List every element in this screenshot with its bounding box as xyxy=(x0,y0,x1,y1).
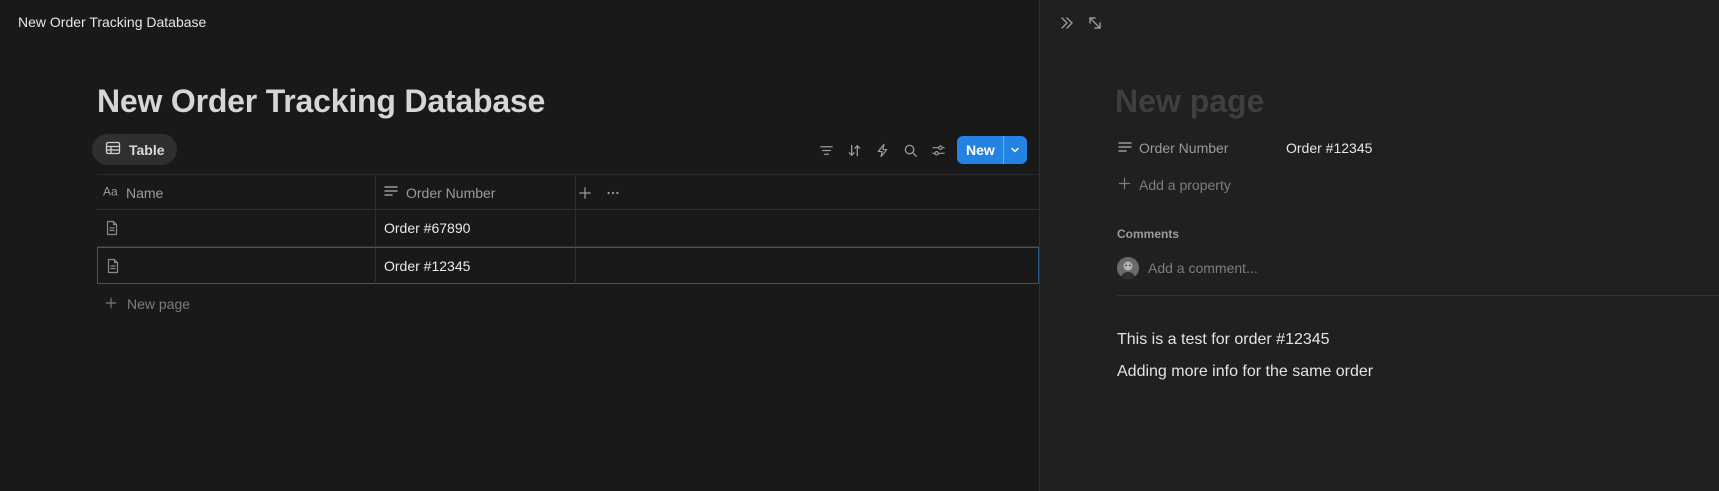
text-lines-icon xyxy=(1117,139,1133,158)
peek-controls xyxy=(1056,12,1106,34)
text-lines-icon xyxy=(383,183,399,202)
close-peek-icon[interactable] xyxy=(1056,12,1078,34)
cell-name[interactable] xyxy=(98,248,376,284)
comments-heading: Comments xyxy=(1117,227,1180,241)
new-button-group: New xyxy=(957,136,1027,164)
text-aa-icon: Aa xyxy=(103,183,119,202)
page-body-line[interactable]: This is a test for order #12345 xyxy=(1117,331,1330,349)
plus-icon xyxy=(1117,176,1132,194)
chevron-down-icon[interactable] xyxy=(1004,136,1027,164)
new-page-label: New page xyxy=(127,296,191,312)
column-header-name[interactable]: Aa Name xyxy=(103,175,373,210)
new-button[interactable]: New xyxy=(957,136,1003,164)
column-divider[interactable] xyxy=(375,175,376,210)
peek-page-title[interactable]: New page xyxy=(1115,83,1264,120)
column-label: Name xyxy=(126,184,164,201)
page-icon xyxy=(105,248,121,284)
cell-divider xyxy=(375,248,376,284)
add-property-button[interactable]: Add a property xyxy=(1117,174,1231,196)
divider xyxy=(1117,295,1719,296)
cell-order-number[interactable]: Order #67890 xyxy=(384,210,584,246)
cell-divider xyxy=(575,210,576,246)
cell-divider xyxy=(375,210,376,246)
cell-name[interactable] xyxy=(97,210,375,246)
tab-table-view[interactable]: Table xyxy=(92,134,177,165)
page-icon xyxy=(104,210,120,246)
app-window: New Order Tracking Database New Order Tr… xyxy=(0,0,1719,491)
comment-input[interactable] xyxy=(1148,260,1548,276)
add-property-label: Add a property xyxy=(1139,177,1231,193)
svg-text:Aa: Aa xyxy=(103,185,118,199)
tab-label: Table xyxy=(129,141,165,158)
page-title[interactable]: New Order Tracking Database xyxy=(97,83,545,120)
plus-icon xyxy=(104,296,118,313)
comment-composer xyxy=(1117,256,1548,280)
database-view: New Order Tracking Database New Order Tr… xyxy=(0,0,1039,491)
table-icon xyxy=(105,140,121,159)
table-row-selected[interactable]: Order #12345 xyxy=(97,247,1039,284)
side-peek-panel: New page Order Number Order #12345 Add a… xyxy=(1039,0,1719,491)
database-toolbar: New xyxy=(812,136,1027,164)
sort-icon[interactable] xyxy=(840,136,868,164)
avatar xyxy=(1117,257,1139,279)
column-label: Order Number xyxy=(406,184,496,201)
property-order-number: Order Number Order #12345 xyxy=(1117,137,1372,159)
more-options-icon[interactable] xyxy=(603,183,623,203)
page-body-line[interactable]: Adding more info for the same order xyxy=(1117,363,1373,381)
column-header-order-number[interactable]: Order Number xyxy=(383,175,583,210)
column-actions xyxy=(575,175,623,210)
table-header: Aa Name Order Number xyxy=(97,174,1039,210)
property-label[interactable]: Order Number xyxy=(1117,139,1286,158)
property-value[interactable]: Order #12345 xyxy=(1286,140,1372,156)
cell-order-number[interactable]: Order #12345 xyxy=(384,248,584,284)
expand-icon[interactable] xyxy=(1084,12,1106,34)
add-column-icon[interactable] xyxy=(575,183,595,203)
search-icon[interactable] xyxy=(896,136,924,164)
settings-sliders-icon[interactable] xyxy=(924,136,952,164)
new-page-button[interactable]: New page xyxy=(104,292,190,316)
table-row[interactable]: Order #67890 xyxy=(97,210,1039,247)
automation-icon[interactable] xyxy=(868,136,896,164)
property-label-text: Order Number xyxy=(1139,140,1229,156)
breadcrumb-title[interactable]: New Order Tracking Database xyxy=(18,14,206,30)
filter-icon[interactable] xyxy=(812,136,840,164)
cell-divider xyxy=(575,248,576,284)
